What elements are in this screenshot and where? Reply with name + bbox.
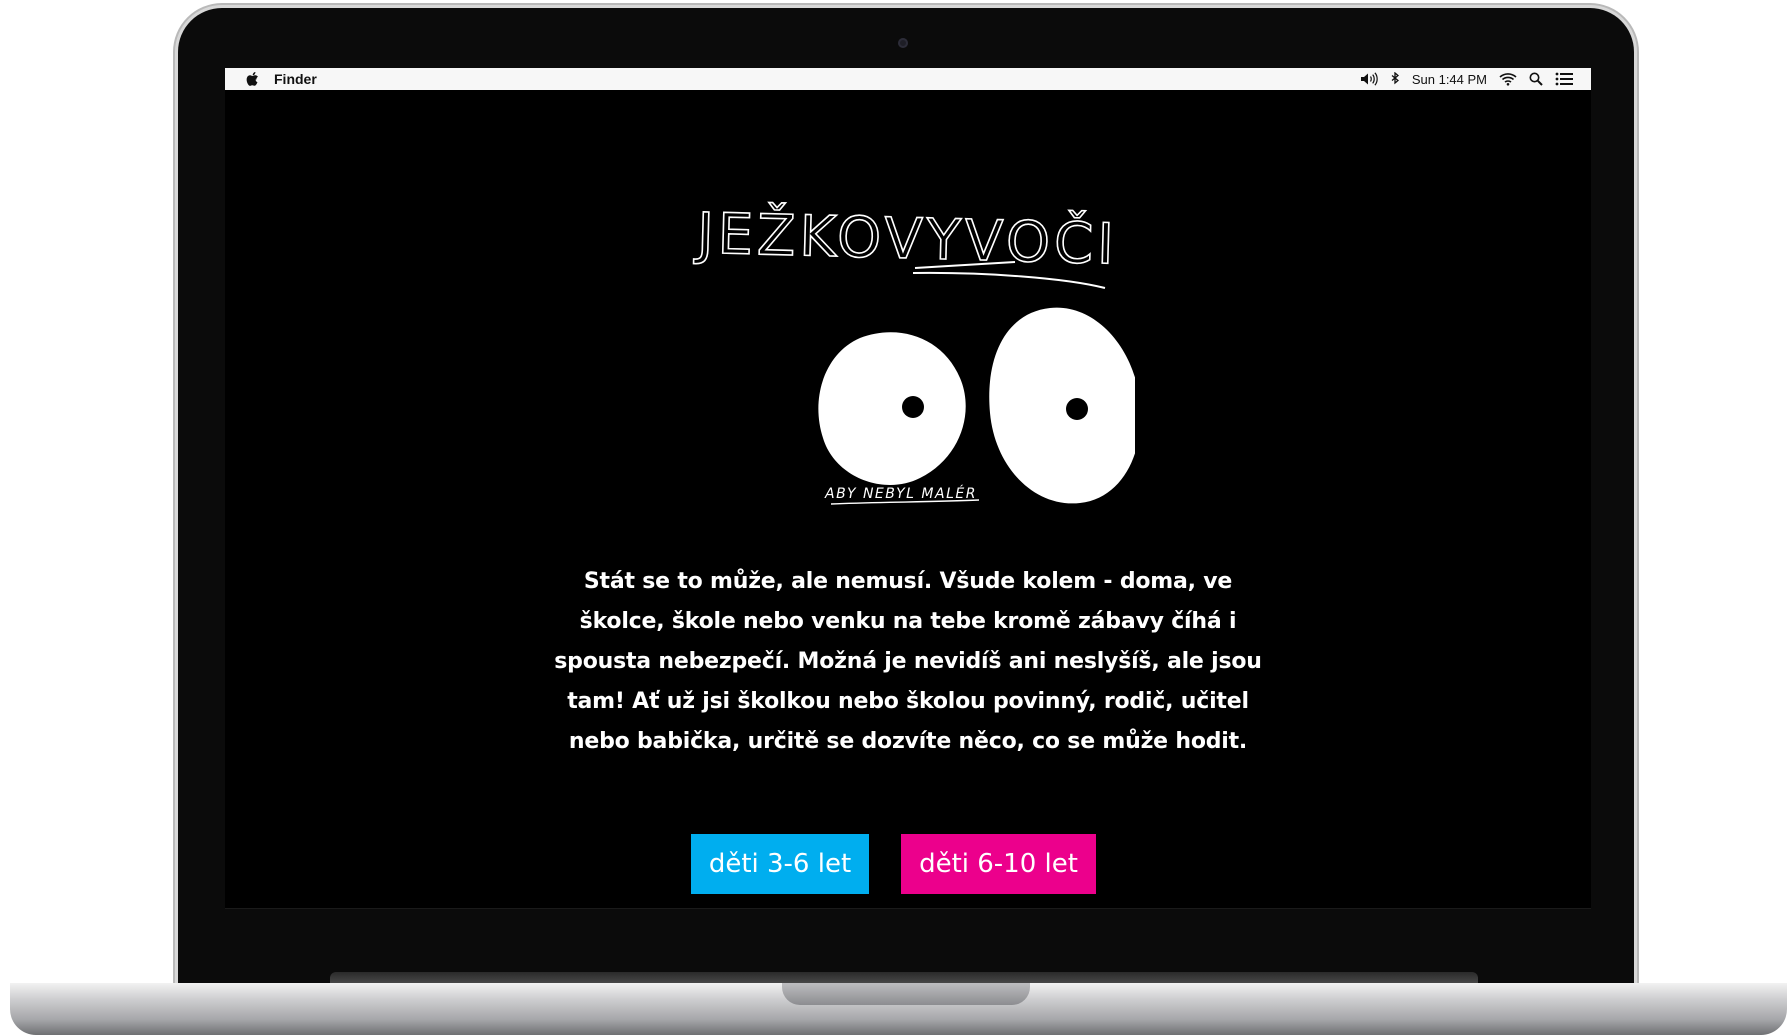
tagline: ABY NEBYL MALÉR [824,485,980,505]
left-eye [818,332,966,485]
tagline-text: ABY NEBYL MALÉR [824,485,977,502]
menu-extras: Sun 1:44 PM [1360,72,1573,87]
menu-clock[interactable]: Sun 1:44 PM [1412,72,1487,87]
left-pupil [902,396,924,418]
site-logo[interactable]: JEŽKOVYVOČI [685,138,1135,518]
age-3-6-button[interactable]: děti 3-6 let [691,834,869,894]
intro-paragraph: Stát se to může, ale nemusí. Všude kolem… [554,569,1262,754]
notification-center-icon[interactable] [1555,72,1573,86]
volume-icon[interactable] [1360,72,1378,86]
right-pupil [1066,398,1088,420]
spotlight-search-icon[interactable] [1529,72,1543,86]
apple-logo-icon[interactable] [244,71,260,87]
laptop-notch [782,983,1030,1005]
right-eye [989,307,1135,504]
screen: Finder Sun 1:44 PM JEŽKOVYVOČI ABY NEBYL… [225,68,1591,909]
age-6-10-button[interactable]: děti 6-10 let [901,834,1096,894]
wifi-icon[interactable] [1499,72,1517,86]
active-app-name[interactable]: Finder [274,71,317,87]
logo-title: JEŽKOVYVOČI [693,201,1118,277]
bluetooth-icon[interactable] [1390,72,1400,86]
webcam [898,38,908,48]
age-group-buttons: děti 3-6 let děti 6-10 let [691,834,1096,894]
menu-bar: Finder Sun 1:44 PM [225,68,1591,90]
